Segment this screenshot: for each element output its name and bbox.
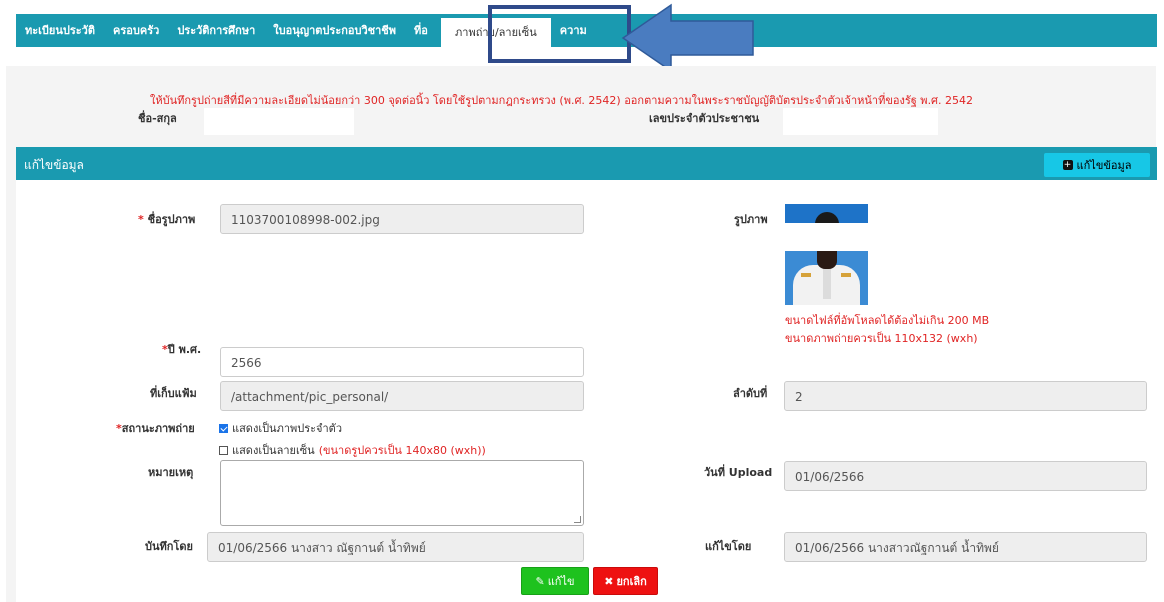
tab-profile[interactable]: ทะเบียนประวัติ	[16, 14, 104, 47]
highlight-box	[488, 5, 631, 63]
signature-option-label: แสดงเป็นลายเซ็น	[232, 444, 315, 457]
order-label: ลำดับที่	[733, 387, 768, 400]
edit-icon: ✎	[535, 574, 545, 588]
year-field[interactable]: 2566	[220, 347, 584, 377]
citizen-id-value	[783, 108, 938, 135]
folder-field[interactable]: /attachment/pic_personal/	[220, 381, 584, 411]
profile-photo-option-label: แสดงเป็นภาพประจำตัว	[232, 422, 342, 435]
cancel-button-label: ยกเลิก	[616, 575, 647, 588]
plus-icon: +	[1062, 160, 1073, 170]
profile-photo-option[interactable]: แสดงเป็นภาพประจำตัว	[219, 419, 342, 437]
profile-photo-checkbox[interactable]	[219, 423, 228, 433]
section-header: แก้ไขข้อมูล + แก้ไขข้อมูล −	[16, 147, 1164, 180]
image-name-label: * ชื่อรูปภาพ	[138, 213, 196, 226]
pointer-arrow-icon	[621, 3, 754, 73]
citizen-id-label: เลขประจำตัวประชาชน	[649, 112, 760, 125]
signature-checkbox[interactable]	[219, 445, 228, 455]
resize-handle[interactable]	[574, 516, 581, 523]
collapse-icon[interactable]: −	[1156, 151, 1164, 172]
edited-by-field[interactable]: 01/06/2566 นางสาวณัฐกานต์ น้ำทิพย์	[784, 532, 1147, 562]
edit-data-button[interactable]: + แก้ไขข้อมูล	[1044, 153, 1150, 177]
name-label: ชื่อ-สกุล	[138, 112, 177, 125]
tab-license[interactable]: ใบอนุญาตประกอบวิชาชีพ	[264, 14, 405, 47]
section-title: แก้ไขข้อมูล	[24, 158, 84, 172]
name-value	[204, 108, 354, 135]
required-mark: *	[138, 213, 144, 226]
tab-address[interactable]: ที่อ	[405, 14, 441, 47]
image-name-field[interactable]: 1103700108998-002.jpg	[220, 204, 584, 234]
photo-preview	[785, 251, 868, 305]
recorded-by-field[interactable]: 01/06/2566 นางสาว ณัฐกานต์ น้ำทิพย์	[207, 532, 584, 562]
signature-size-note: (ขนาดรูปควรเป็น 140x80 (wxh))	[318, 444, 486, 457]
order-field[interactable]: 2	[784, 381, 1147, 411]
cancel-button[interactable]: ✖ ยกเลิก	[593, 567, 658, 595]
save-button[interactable]: ✎ แก้ไข	[521, 567, 589, 595]
edited-by-label: แก้ไขโดย	[705, 540, 752, 553]
tab-family[interactable]: ครอบครัว	[104, 14, 168, 47]
tab-education[interactable]: ประวัติการศึกษา	[168, 14, 264, 47]
photo-size-note: ขนาดภาพถ่ายควรเป็น 110x132 (wxh)	[785, 332, 978, 345]
close-icon: ✖	[604, 574, 614, 588]
folder-label: ที่เก็บแฟ้ม	[150, 387, 197, 400]
recorded-by-label: บันทึกโดย	[145, 540, 193, 553]
remark-label: หมายเหตุ	[148, 466, 194, 479]
save-button-label: แก้ไข	[547, 575, 575, 588]
upload-date-label: วันที่ Upload	[704, 466, 773, 479]
photo-notice: ให้บันทึกรูปถ่ายสีที่มีความละเอียดไม่น้อ…	[150, 94, 974, 107]
upload-date-field[interactable]: 01/06/2566	[784, 461, 1147, 491]
signature-option[interactable]: แสดงเป็นลายเซ็น (ขนาดรูปควรเป็น 140x80 (…	[219, 441, 486, 459]
upload-size-note: ขนาดไฟล์ที่อัพโหลดได้ต้องไม่เกิน 200 MB	[785, 314, 990, 327]
photo-preview-top	[785, 204, 868, 223]
edit-data-label: แก้ไขข้อมูล	[1076, 159, 1132, 172]
status-label: *สถานะภาพถ่าย	[116, 422, 195, 435]
remark-textarea[interactable]	[220, 460, 584, 526]
year-label: *ปี พ.ศ.	[162, 343, 202, 356]
image-label: รูปภาพ	[734, 213, 768, 226]
